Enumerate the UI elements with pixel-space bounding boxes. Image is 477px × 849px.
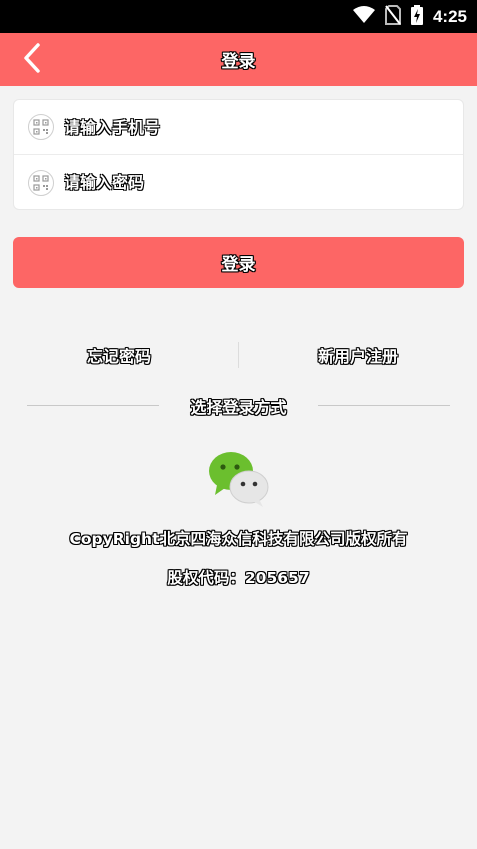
password-input[interactable] <box>64 167 424 198</box>
phone-row <box>14 100 463 155</box>
links-row: 忘记密码 新用户注册 <box>0 340 477 370</box>
divider-line-right <box>318 405 450 406</box>
app-bar: 登录 <box>0 33 477 86</box>
wechat-icon <box>207 452 271 513</box>
no-sim-icon <box>384 4 401 29</box>
status-icons: 4:25 <box>352 0 467 33</box>
wechat-login-button[interactable] <box>207 449 271 509</box>
login-method-label: 选择登录方式 <box>190 398 287 417</box>
password-row <box>14 155 463 210</box>
qr-code-icon <box>28 169 54 196</box>
status-bar: 4:25 <box>0 0 477 33</box>
phone-input[interactable] <box>64 112 424 142</box>
wifi-icon <box>352 5 375 28</box>
equity-code-text: 股权代码：205657 <box>167 569 310 587</box>
login-button[interactable]: 登录 <box>13 237 464 288</box>
forgot-password-link[interactable]: 忘记密码 <box>0 340 238 370</box>
divider-line-left <box>27 405 159 406</box>
chevron-left-icon <box>22 43 42 77</box>
qr-code-icon <box>28 114 54 140</box>
page-title: 登录 <box>221 52 256 72</box>
login-form <box>13 99 464 210</box>
battery-charging-icon <box>410 4 423 29</box>
register-link[interactable]: 新用户注册 <box>239 340 477 370</box>
back-button[interactable] <box>14 42 50 78</box>
copyright-text: CopyRight北京四海众信科技有限公司版权所有 <box>69 530 408 548</box>
status-time: 4:25 <box>432 6 467 26</box>
